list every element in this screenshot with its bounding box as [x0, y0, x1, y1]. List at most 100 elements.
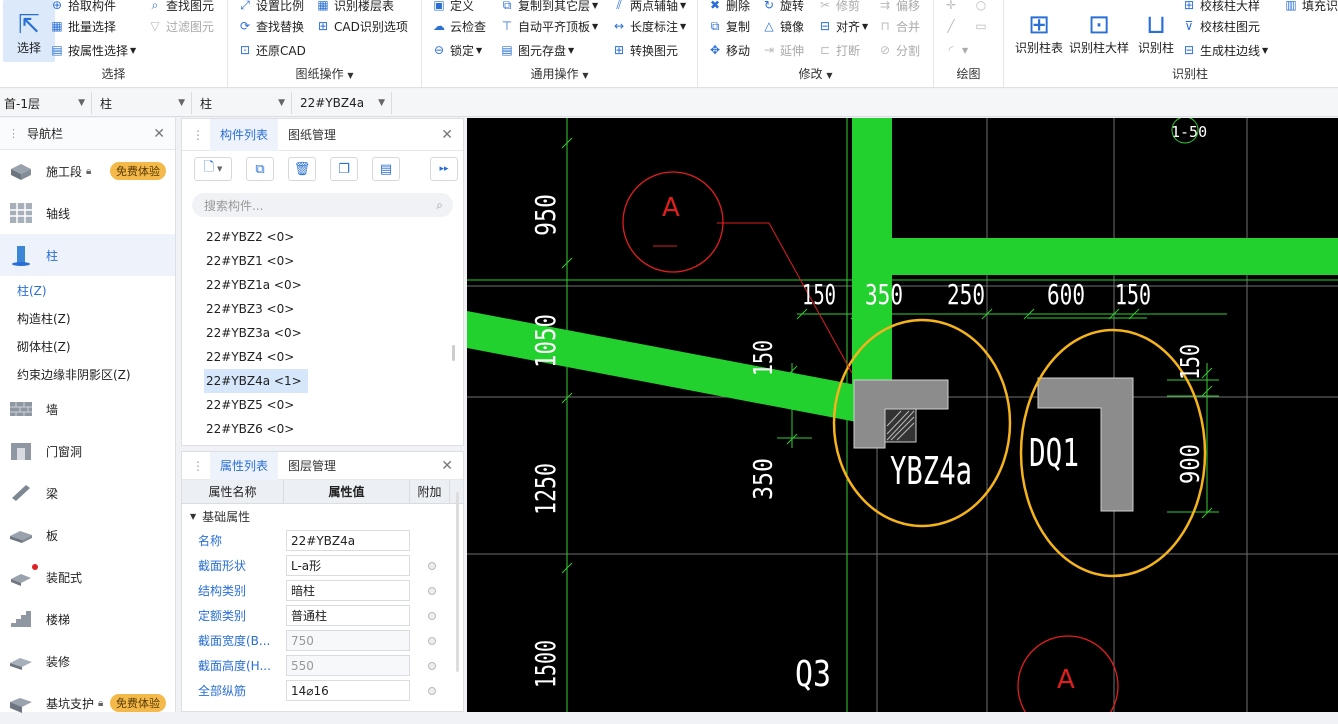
- layer-copy-button[interactable]: ❐: [330, 157, 358, 181]
- floor-combo[interactable]: 首-1层 ▼: [0, 92, 92, 114]
- find-replace-button[interactable]: ⟳ 查找替换: [238, 15, 304, 37]
- draw-point-button[interactable]: ✛: [944, 0, 962, 16]
- copy-to-other-floor-button[interactable]: ⧉ 复制到其它层 ▼: [500, 0, 598, 16]
- nav-item-wall[interactable]: 墙: [0, 388, 175, 430]
- nav-item-axis[interactable]: 轴线: [0, 192, 175, 234]
- select-by-attribute-button[interactable]: ▤ 按属性选择 ▼: [50, 39, 136, 61]
- basic-properties-section[interactable]: ▼ 基础属性: [182, 504, 463, 528]
- trim-button[interactable]: ✂ 修剪: [818, 0, 860, 16]
- two-point-axis-button[interactable]: ⫽ 两点辅轴 ▼: [612, 0, 686, 16]
- pick-component-button[interactable]: ⊕ 拾取构件: [50, 0, 116, 16]
- rotate-button[interactable]: ↻ 旋转: [762, 0, 804, 16]
- generate-column-edge-button[interactable]: ⊟ 生成柱边线 ▼: [1182, 39, 1268, 61]
- delete-component-button[interactable]: 🗑︎: [288, 157, 316, 181]
- identify-column-button[interactable]: ⊔ 识别柱: [1130, 0, 1182, 62]
- list-item-selected[interactable]: 22#YBZ4a <1>: [204, 369, 308, 393]
- search-input[interactable]: 搜索构件... ⌕: [192, 193, 453, 217]
- nav-item-prefab[interactable]: 装配式: [0, 556, 175, 598]
- fill-identify-button[interactable]: ▥填充识别: [1284, 0, 1338, 16]
- cad-drawing[interactable]: 1-50 150 350 250 600 150 950 1050 1250 1…: [467, 118, 1338, 712]
- component-library-button[interactable]: ▤: [372, 157, 400, 181]
- nav-item-column[interactable]: 柱: [0, 234, 175, 276]
- component-combo[interactable]: 22#YBZ4a ▼: [296, 92, 392, 114]
- auto-align-top-button[interactable]: ⊤ 自动平齐顶板 ▼: [500, 15, 598, 37]
- list-item[interactable]: 22#YBZ2 <0>: [182, 225, 463, 249]
- save-element-button[interactable]: ▤ 图元存盘 ▼: [500, 39, 574, 61]
- check-column-detail-button[interactable]: ⊞ 校核柱大样: [1182, 0, 1260, 16]
- category-combo[interactable]: 柱 ▼: [96, 92, 192, 114]
- identify-column-detail-button[interactable]: ⊡ 识别柱大样: [1066, 0, 1132, 62]
- draw-circle-button[interactable]: ○: [974, 0, 992, 16]
- new-component-button[interactable]: 🗋︎ ▼: [194, 157, 232, 181]
- nav-item-construction-section[interactable]: 施工段 🔒︎ 免费体验: [0, 150, 175, 192]
- identify-column-table-button[interactable]: ⊞ 识别柱表: [1010, 0, 1068, 62]
- align-button[interactable]: ⊟ 对齐 ▼: [818, 15, 868, 37]
- additional-checkbox[interactable]: [428, 686, 436, 695]
- drag-grip-icon[interactable]: ⋮: [192, 459, 204, 473]
- batch-select-button[interactable]: ▦ 批量选择: [50, 15, 116, 37]
- find-element-button[interactable]: ⌕ 查找图元: [148, 0, 214, 16]
- list-item[interactable]: 22#YBZ4 <0>: [182, 345, 463, 369]
- list-item[interactable]: 22#YBZ3a <0>: [182, 321, 463, 345]
- list-item[interactable]: 22#YBZ1 <0>: [182, 249, 463, 273]
- extend-button[interactable]: ⇥ 延伸: [762, 39, 804, 61]
- identify-floor-table-button[interactable]: ▦ 识别楼层表: [316, 0, 394, 16]
- mirror-button[interactable]: △ 镜像: [762, 15, 804, 37]
- list-item[interactable]: 22#YBZ5 <0>: [182, 393, 463, 417]
- nav-item-decoration[interactable]: 装修: [0, 640, 175, 682]
- tab-drawing-management[interactable]: 图纸管理: [278, 119, 346, 151]
- property-value-field[interactable]: 14⌀16: [286, 680, 410, 701]
- filter-element-button[interactable]: ▽ 过滤图元: [148, 15, 214, 37]
- draw-arc-button[interactable]: ◜ ▼: [944, 39, 968, 61]
- drag-grip-icon[interactable]: ⋮: [192, 128, 204, 142]
- tab-layer-management[interactable]: 图层管理: [278, 452, 346, 480]
- free-trial-badge[interactable]: 免费体验: [110, 694, 166, 712]
- property-value-field[interactable]: 暗柱: [286, 580, 410, 601]
- copy-button[interactable]: ⧉ 复制: [708, 15, 750, 37]
- nav-sub-column-z[interactable]: 柱(Z): [0, 276, 175, 304]
- select-button[interactable]: ⇱ 选择: [3, 0, 55, 62]
- cad-drawing-canvas[interactable]: 1-50 150 350 250 600 150 950 1050 1250 1…: [467, 118, 1338, 712]
- nav-item-slab[interactable]: 板: [0, 514, 175, 556]
- additional-checkbox[interactable]: [428, 611, 436, 620]
- free-trial-badge[interactable]: 免费体验: [110, 162, 166, 180]
- length-dimension-button[interactable]: ↔ 长度标注 ▼: [612, 15, 686, 37]
- delete-button[interactable]: ✖ 删除: [708, 0, 750, 16]
- draw-rect-button[interactable]: ▭: [974, 15, 992, 37]
- close-icon[interactable]: ✕: [441, 127, 453, 143]
- set-scale-button[interactable]: ⤢ 设置比例: [238, 0, 304, 16]
- lock-button[interactable]: ⊖ 锁定 ▼: [432, 39, 482, 61]
- check-column-element-button[interactable]: ⊽ 校核柱图元: [1182, 15, 1260, 37]
- more-button[interactable]: ▸▸: [430, 157, 458, 181]
- draw-line-button[interactable]: ╱: [944, 15, 962, 37]
- tab-property-list[interactable]: 属性列表: [210, 451, 279, 480]
- nav-sub-constraint-edge[interactable]: 约束边缘非阴影区(Z): [0, 360, 175, 388]
- list-item[interactable]: 22#YBZ3 <0>: [182, 297, 463, 321]
- nav-sub-masonry-column[interactable]: 砌体柱(Z): [0, 332, 175, 360]
- nav-item-stair[interactable]: 楼梯: [0, 598, 175, 640]
- split-button[interactable]: ⊘ 分割: [878, 39, 920, 61]
- type-combo[interactable]: 柱 ▼: [196, 92, 292, 114]
- define-button[interactable]: ▣ 定义: [432, 0, 474, 16]
- copy-component-button[interactable]: ⧉: [246, 157, 274, 181]
- list-item[interactable]: 22#YBZ6 <0>: [182, 417, 463, 441]
- additional-checkbox[interactable]: [428, 586, 436, 595]
- break-button[interactable]: ⊏ 打断: [818, 39, 860, 61]
- cloud-check-button[interactable]: ☁ 云检查: [432, 15, 486, 37]
- property-value-field[interactable]: 22#YBZ4a: [286, 530, 410, 551]
- convert-element-button[interactable]: ⊞ 转换图元: [612, 39, 678, 61]
- restore-cad-button[interactable]: ⊡ 还原CAD: [238, 39, 306, 61]
- property-value-field[interactable]: 普通柱: [286, 605, 410, 626]
- tab-component-list[interactable]: 构件列表: [210, 118, 279, 151]
- property-value-field[interactable]: 550: [286, 655, 410, 676]
- scrollbar[interactable]: [456, 492, 459, 672]
- property-value-field[interactable]: L-a形: [286, 555, 410, 576]
- nav-item-beam[interactable]: 梁: [0, 472, 175, 514]
- additional-checkbox[interactable]: [428, 561, 436, 570]
- move-button[interactable]: ✥ 移动: [708, 39, 750, 61]
- nav-sub-constructional-column[interactable]: 构造柱(Z): [0, 304, 175, 332]
- additional-checkbox[interactable]: [428, 661, 436, 670]
- offset-button[interactable]: ⇉ 偏移: [878, 0, 920, 16]
- merge-button[interactable]: ⊓ 合并: [878, 15, 920, 37]
- nav-item-foundation-pit[interactable]: 基坑支护 🔒︎ 免费体验: [0, 682, 175, 724]
